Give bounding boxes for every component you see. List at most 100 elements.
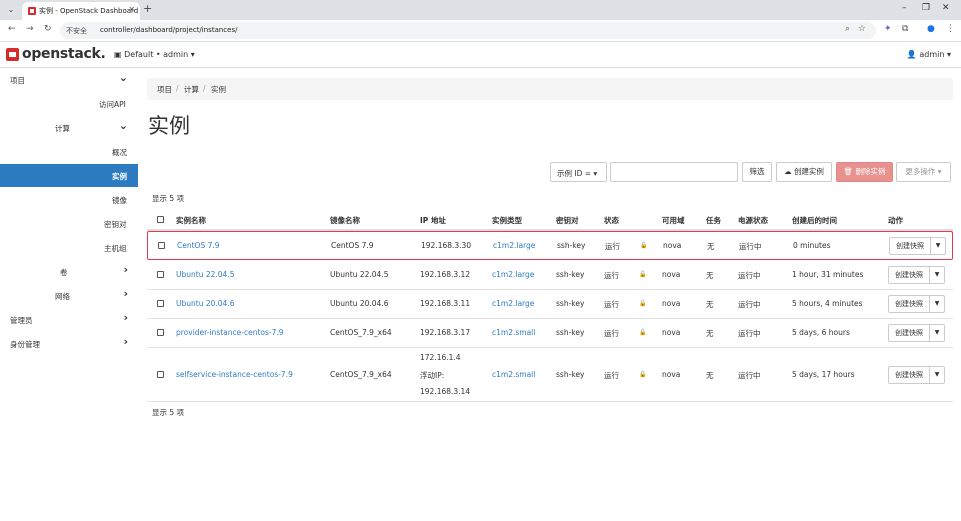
keypair: ssh-key bbox=[556, 299, 585, 308]
sidebar-item-identity[interactable]: 身份管理 › bbox=[0, 332, 138, 355]
task: 无 bbox=[706, 371, 714, 380]
instance-name-link[interactable]: selfservice-instance-centos-7.9 bbox=[176, 370, 293, 379]
main-content: 项目 / 计算 / 实例 实例 示例 ID = ▾ 筛选 ☁ 创建实例 🗑 删除… bbox=[138, 68, 961, 521]
row-actions-dropdown[interactable]: ▼ bbox=[930, 266, 945, 284]
row-actions-dropdown[interactable]: ▼ bbox=[931, 237, 946, 255]
breadcrumb-item[interactable]: 计算 bbox=[184, 84, 199, 95]
column-header[interactable]: 任务 bbox=[706, 215, 721, 226]
sidebar: 项目 ⌄ 访问API 计算 ⌄ 概况 实例 镜像 密钥对 主机组 卷 › 网络 … bbox=[0, 68, 138, 521]
openstack-logo-icon[interactable] bbox=[6, 48, 19, 61]
security-label[interactable]: 不安全 bbox=[66, 26, 87, 36]
create-snapshot-button[interactable]: 创建快照 bbox=[888, 324, 930, 342]
ip-address: 172.16.1.4 bbox=[420, 353, 461, 362]
lock-icon[interactable]: 🔓 bbox=[639, 329, 646, 336]
row-checkbox[interactable] bbox=[157, 371, 164, 378]
flavor-link[interactable]: c1m2.small bbox=[492, 370, 535, 379]
instance-name-link[interactable]: CentOS 7.9 bbox=[177, 241, 220, 250]
column-header[interactable]: 电源状态 bbox=[738, 215, 768, 226]
column-header[interactable]: 实例名称 bbox=[176, 215, 206, 226]
sidebar-item-api-access[interactable]: 访问API bbox=[0, 92, 138, 115]
extension-icon[interactable]: ✦ bbox=[884, 24, 892, 34]
puzzle-icon[interactable]: ⧉ bbox=[902, 24, 908, 34]
profile-icon[interactable]: ● bbox=[927, 24, 935, 34]
chevron-right-icon: › bbox=[123, 287, 128, 300]
sidebar-item-server-groups[interactable]: 主机组 bbox=[0, 236, 138, 259]
address-bar[interactable]: 不安全 controller/dashboard/project/instanc… bbox=[60, 22, 876, 39]
sidebar-item-overview[interactable]: 概况 bbox=[0, 140, 138, 163]
lock-icon[interactable]: 🔓 bbox=[639, 371, 646, 378]
row-actions-dropdown[interactable]: ▼ bbox=[930, 366, 945, 384]
column-header[interactable]: 状态 bbox=[604, 215, 619, 226]
flavor-link[interactable]: c1m2.large bbox=[492, 299, 534, 308]
lock-icon[interactable]: 🔓 bbox=[639, 300, 646, 307]
flavor-link[interactable]: c1m2.small bbox=[492, 328, 535, 337]
logo-text[interactable]: openstack. bbox=[22, 46, 106, 62]
new-tab-icon[interactable]: + bbox=[143, 2, 152, 15]
sidebar-item-label: 项目 bbox=[10, 76, 25, 85]
sidebar-item-keypairs[interactable]: 密钥对 bbox=[0, 212, 138, 235]
column-header[interactable]: 创建后的时间 bbox=[792, 215, 837, 226]
keypair: ssh-key bbox=[556, 370, 585, 379]
power-state: 运行中 bbox=[738, 300, 761, 309]
browser-tab[interactable]: 实例 - OpenStack Dashboard ✕ bbox=[22, 2, 140, 20]
create-instance-button[interactable]: ☁ 创建实例 bbox=[776, 162, 832, 182]
lock-icon[interactable]: 🔓 bbox=[640, 242, 647, 249]
sidebar-item-images[interactable]: 镜像 bbox=[0, 188, 138, 211]
column-header[interactable]: 可用域 bbox=[662, 215, 685, 226]
row-checkbox[interactable] bbox=[157, 271, 164, 278]
column-header[interactable]: 镜像名称 bbox=[330, 215, 360, 226]
sidebar-item-project[interactable]: 项目 ⌄ bbox=[0, 68, 138, 91]
column-header[interactable]: 实例类型 bbox=[492, 215, 522, 226]
tab-search-icon[interactable]: ⌄ bbox=[4, 3, 18, 17]
filter-button[interactable]: 筛选 bbox=[742, 162, 772, 182]
flavor-link[interactable]: c1m2.large bbox=[492, 270, 534, 279]
sidebar-item-volumes[interactable]: 卷 › bbox=[0, 260, 138, 283]
flavor-link[interactable]: c1m2.large bbox=[493, 241, 535, 250]
instance-name-link[interactable]: Ubuntu 20.04.6 bbox=[176, 299, 234, 308]
status: 运行 bbox=[604, 271, 619, 280]
tab-close-icon[interactable]: ✕ bbox=[128, 5, 135, 14]
url-text[interactable]: controller/dashboard/project/instances/ bbox=[100, 26, 237, 34]
row-actions-dropdown[interactable]: ▼ bbox=[930, 295, 945, 313]
more-actions-button[interactable]: 更多操作 ▾ bbox=[896, 162, 951, 182]
create-snapshot-button[interactable]: 创建快照 bbox=[888, 366, 930, 384]
browser-tabbar: ⌄ 实例 - OpenStack Dashboard ✕ + – ❐ ✕ bbox=[0, 0, 961, 20]
window-close-icon[interactable]: ✕ bbox=[942, 3, 950, 13]
reload-icon[interactable]: ↻ bbox=[44, 24, 52, 34]
image-name: Ubuntu 22.04.5 bbox=[330, 270, 389, 279]
restore-icon[interactable]: ❐ bbox=[922, 3, 930, 13]
minimize-icon[interactable]: – bbox=[902, 3, 907, 13]
item-count: 显示 5 项 bbox=[152, 194, 185, 203]
project-selector[interactable]: ▣ Default • admin ▾ bbox=[114, 50, 195, 59]
instance-name-link[interactable]: Ubuntu 22.04.5 bbox=[176, 270, 234, 279]
select-all-checkbox[interactable] bbox=[157, 216, 164, 223]
filter-input[interactable] bbox=[610, 162, 738, 182]
back-icon[interactable]: ← bbox=[8, 24, 16, 34]
row-checkbox[interactable] bbox=[157, 329, 164, 336]
breadcrumb-separator: / bbox=[203, 84, 206, 93]
create-snapshot-button[interactable]: 创建快照 bbox=[888, 295, 930, 313]
delete-instance-button[interactable]: 🗑 删除实例 bbox=[836, 162, 893, 182]
column-header[interactable]: IP 地址 bbox=[420, 215, 446, 226]
zoom-icon[interactable]: ⌕ bbox=[845, 24, 850, 34]
row-checkbox[interactable] bbox=[158, 242, 165, 249]
browser-menu-icon[interactable]: ⋮ bbox=[946, 24, 955, 34]
sidebar-item-instances[interactable]: 实例 bbox=[0, 164, 138, 187]
lock-icon[interactable]: 🔓 bbox=[639, 271, 646, 278]
row-checkbox[interactable] bbox=[157, 300, 164, 307]
forward-icon[interactable]: → bbox=[26, 24, 34, 34]
image-name: Ubuntu 20.04.6 bbox=[330, 299, 389, 308]
user-menu[interactable]: 👤 admin ▾ bbox=[907, 50, 951, 59]
sidebar-item-compute[interactable]: 计算 ⌄ bbox=[0, 116, 138, 139]
create-snapshot-button[interactable]: 创建快照 bbox=[889, 237, 931, 255]
breadcrumb-item[interactable]: 项目 bbox=[157, 84, 172, 95]
sidebar-item-admin[interactable]: 管理员 › bbox=[0, 308, 138, 331]
filter-field-select[interactable]: 示例 ID = ▾ bbox=[550, 162, 607, 182]
column-header[interactable]: 密钥对 bbox=[556, 215, 579, 226]
sidebar-item-network[interactable]: 网络 › bbox=[0, 284, 138, 307]
availability-zone: nova bbox=[662, 270, 681, 279]
create-snapshot-button[interactable]: 创建快照 bbox=[888, 266, 930, 284]
bookmark-star-icon[interactable]: ☆ bbox=[858, 24, 866, 34]
instance-name-link[interactable]: provider-instance-centos-7.9 bbox=[176, 328, 284, 337]
row-actions-dropdown[interactable]: ▼ bbox=[930, 324, 945, 342]
